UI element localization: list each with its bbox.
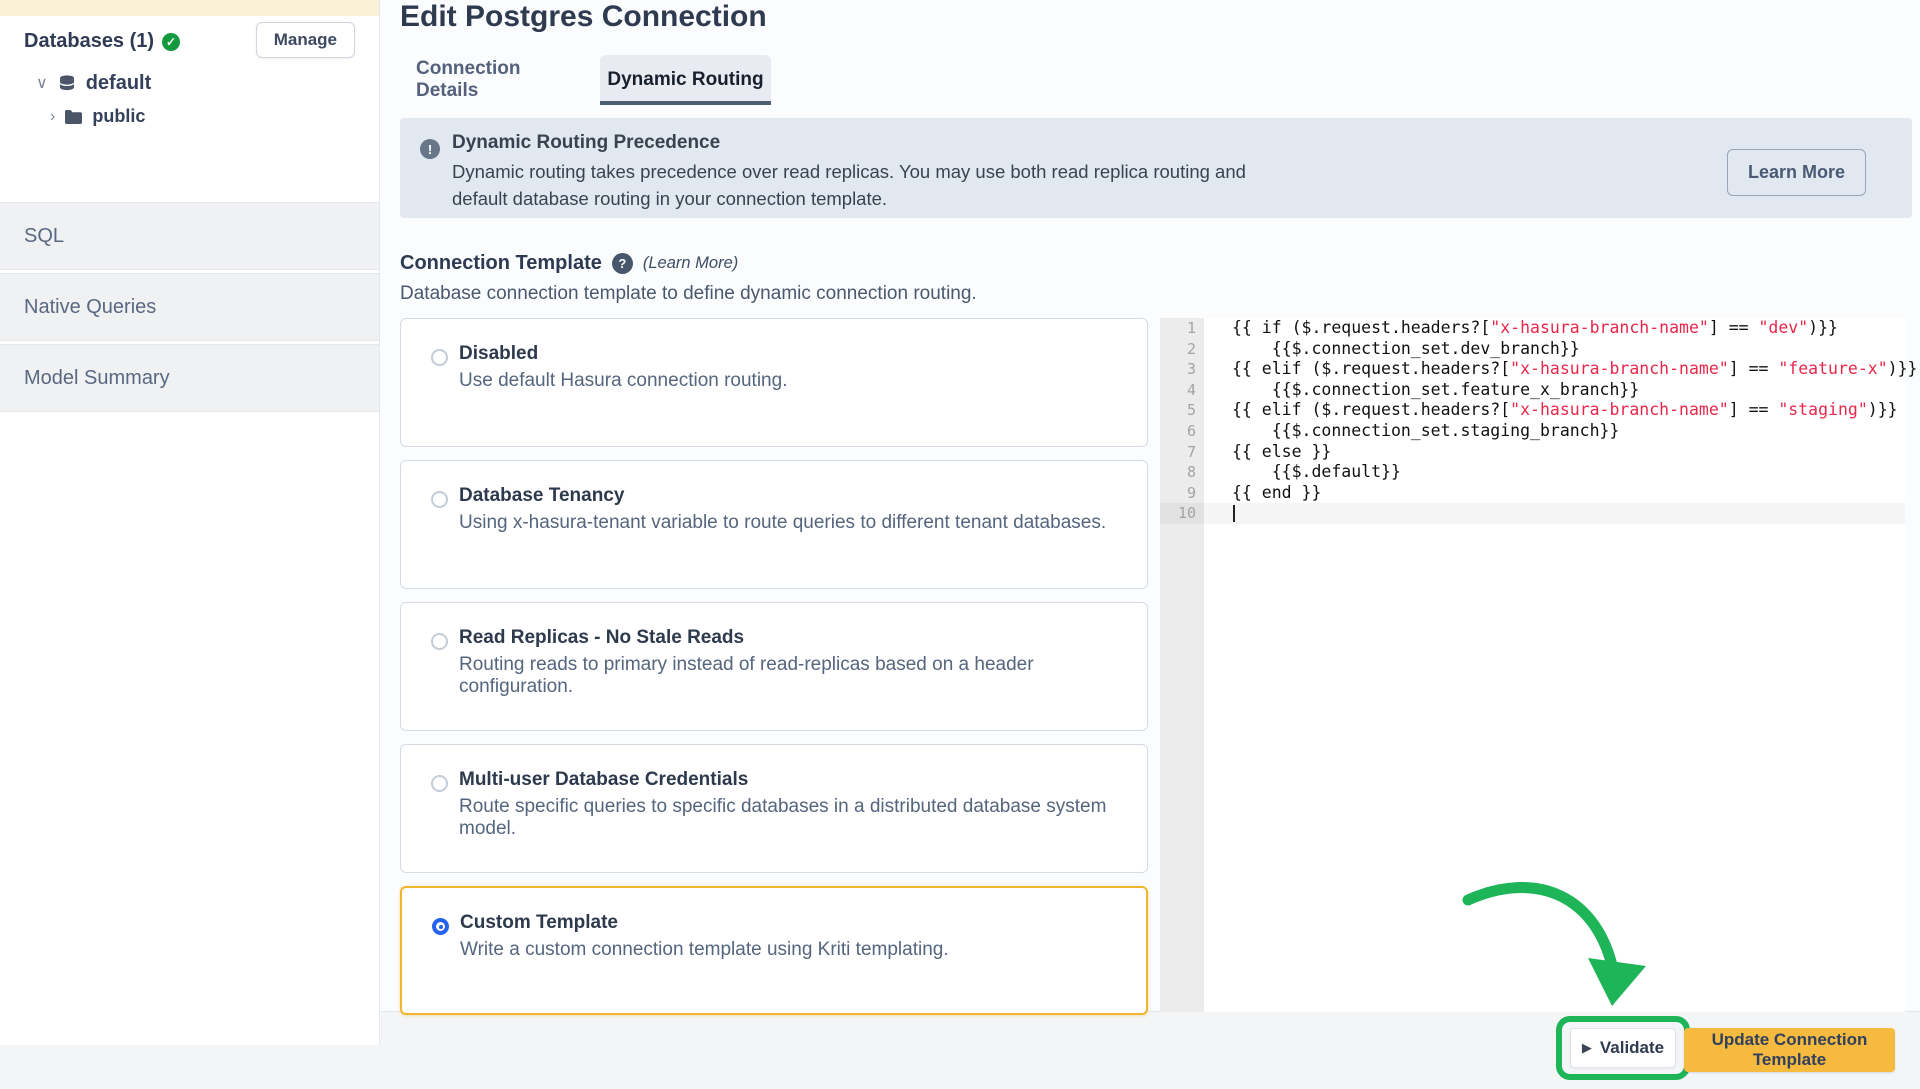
- routing-option-cards: Disabled Use default Hasura connection r…: [400, 318, 1148, 1028]
- radio-database-tenancy[interactable]: [431, 491, 448, 508]
- option-description: Write a custom connection template using…: [460, 939, 949, 961]
- radio-multi-user-credentials[interactable]: [431, 775, 448, 792]
- option-description: Route specific queries to specific datab…: [459, 796, 1147, 840]
- code-text[interactable]: [1204, 503, 1905, 524]
- line-number: 6: [1160, 421, 1204, 442]
- option-title: Database Tenancy: [459, 485, 624, 507]
- learn-more-button[interactable]: Learn More: [1727, 149, 1866, 196]
- radio-disabled[interactable]: [431, 349, 448, 366]
- line-number: 7: [1160, 442, 1204, 463]
- validate-button[interactable]: ▶ Validate: [1570, 1028, 1676, 1068]
- option-card-multi-user-credentials[interactable]: Multi-user Database Credentials Route sp…: [400, 744, 1148, 873]
- code-text[interactable]: {{ else }}: [1204, 442, 1905, 463]
- code-line-1[interactable]: 1{{ if ($.request.headers?["x-hasura-bra…: [1160, 318, 1905, 339]
- code-line-10[interactable]: 10: [1160, 503, 1905, 524]
- code-text[interactable]: {{ end }}: [1204, 483, 1905, 504]
- chevron-right-icon[interactable]: ›: [50, 109, 55, 125]
- sidebar-item-sql[interactable]: SQL: [0, 202, 379, 270]
- section-subtitle: Database connection template to define d…: [400, 283, 977, 305]
- code-line-5[interactable]: 5{{ elif ($.request.headers?["x-hasura-b…: [1160, 400, 1905, 421]
- code-editor[interactable]: 1{{ if ($.request.headers?["x-hasura-bra…: [1160, 318, 1905, 1012]
- databases-label: Databases (1): [24, 30, 154, 53]
- code-line-3[interactable]: 3{{ elif ($.request.headers?["x-hasura-b…: [1160, 359, 1905, 380]
- connection-template-header: Connection Template ? (Learn More): [400, 252, 738, 275]
- code-editor-lines: 1{{ if ($.request.headers?["x-hasura-bra…: [1160, 318, 1905, 524]
- database-connected-check-icon: ✓: [162, 33, 180, 51]
- option-card-custom-template[interactable]: Custom Template Write a custom connectio…: [400, 886, 1148, 1015]
- sidebar-item-native-queries[interactable]: Native Queries: [0, 273, 379, 341]
- tree-item-default-database[interactable]: ∨ default: [36, 72, 151, 95]
- line-number: 10: [1160, 503, 1204, 524]
- code-line-9[interactable]: 9{{ end }}: [1160, 483, 1905, 504]
- line-number: 3: [1160, 359, 1204, 380]
- main-panel: Edit Postgres Connection Connection Deta…: [380, 0, 1920, 1012]
- folder-icon: [64, 109, 83, 125]
- manage-button[interactable]: Manage: [256, 22, 355, 58]
- code-text[interactable]: {{$.connection_set.feature_x_branch}}: [1204, 380, 1905, 401]
- tree-item-public-schema[interactable]: › public: [50, 106, 145, 127]
- code-text[interactable]: {{$.connection_set.staging_branch}}: [1204, 421, 1905, 442]
- banner-text-line2: default database routing in your connect…: [452, 188, 887, 210]
- code-text[interactable]: {{$.default}}: [1204, 462, 1905, 483]
- sidebar-menu: SQL Native Queries Model Summary: [0, 202, 379, 415]
- tab-dynamic-routing[interactable]: Dynamic Routing: [600, 55, 771, 105]
- code-text[interactable]: {{ elif ($.request.headers?["x-hasura-br…: [1204, 359, 1917, 380]
- code-line-7[interactable]: 7{{ else }}: [1160, 442, 1905, 463]
- option-title: Disabled: [459, 343, 538, 365]
- banner-title: Dynamic Routing Precedence: [452, 132, 720, 154]
- line-number: 1: [1160, 318, 1204, 339]
- code-text[interactable]: {{ if ($.request.headers?["x-hasura-bran…: [1204, 318, 1905, 339]
- option-card-database-tenancy[interactable]: Database Tenancy Using x-hasura-tenant v…: [400, 460, 1148, 589]
- sidebar: Databases (1) ✓ Manage ∨ default › publi…: [0, 0, 380, 1045]
- option-title: Custom Template: [460, 912, 618, 934]
- help-icon[interactable]: ?: [612, 253, 633, 274]
- section-learn-more-link[interactable]: (Learn More): [643, 254, 738, 273]
- code-line-2[interactable]: 2 {{$.connection_set.dev_branch}}: [1160, 339, 1905, 360]
- banner-text-line1: Dynamic routing takes precedence over re…: [452, 161, 1246, 183]
- databases-header: Databases (1) ✓: [24, 30, 180, 53]
- sidebar-highlight-strip: [0, 0, 379, 16]
- schema-name: public: [92, 106, 145, 127]
- line-number: 8: [1160, 462, 1204, 483]
- option-title: Multi-user Database Credentials: [459, 769, 748, 791]
- code-line-8[interactable]: 8 {{$.default}}: [1160, 462, 1905, 483]
- line-number: 2: [1160, 339, 1204, 360]
- text-cursor: [1233, 505, 1235, 522]
- database-name: default: [86, 72, 152, 95]
- option-card-disabled[interactable]: Disabled Use default Hasura connection r…: [400, 318, 1148, 447]
- info-icon: !: [420, 139, 440, 159]
- update-connection-template-button[interactable]: Update Connection Template: [1684, 1028, 1895, 1072]
- sidebar-item-model-summary[interactable]: Model Summary: [0, 344, 379, 412]
- validate-label: Validate: [1600, 1038, 1664, 1058]
- line-number: 9: [1160, 483, 1204, 504]
- code-line-6[interactable]: 6 {{$.connection_set.staging_branch}}: [1160, 421, 1905, 442]
- option-description: Use default Hasura connection routing.: [459, 370, 787, 392]
- code-text[interactable]: {{$.connection_set.dev_branch}}: [1204, 339, 1905, 360]
- option-description: Routing reads to primary instead of read…: [459, 654, 1147, 698]
- line-number: 4: [1160, 380, 1204, 401]
- play-icon: ▶: [1582, 1040, 1592, 1056]
- code-text[interactable]: {{ elif ($.request.headers?["x-hasura-br…: [1204, 400, 1905, 421]
- radio-read-replicas[interactable]: [431, 633, 448, 650]
- option-card-read-replicas[interactable]: Read Replicas - No Stale Reads Routing r…: [400, 602, 1148, 731]
- radio-custom-template[interactable]: [432, 918, 449, 935]
- option-title: Read Replicas - No Stale Reads: [459, 627, 744, 649]
- database-icon: [57, 74, 77, 94]
- code-line-4[interactable]: 4 {{$.connection_set.feature_x_branch}}: [1160, 380, 1905, 401]
- tab-connection-details[interactable]: Connection Details: [416, 55, 568, 105]
- chevron-down-icon[interactable]: ∨: [36, 76, 48, 92]
- dynamic-routing-precedence-banner: ! Dynamic Routing Precedence Dynamic rou…: [400, 118, 1912, 218]
- section-title: Connection Template: [400, 252, 602, 275]
- option-description: Using x-hasura-tenant variable to route …: [459, 512, 1106, 534]
- page-title: Edit Postgres Connection: [400, 0, 767, 34]
- line-number: 5: [1160, 400, 1204, 421]
